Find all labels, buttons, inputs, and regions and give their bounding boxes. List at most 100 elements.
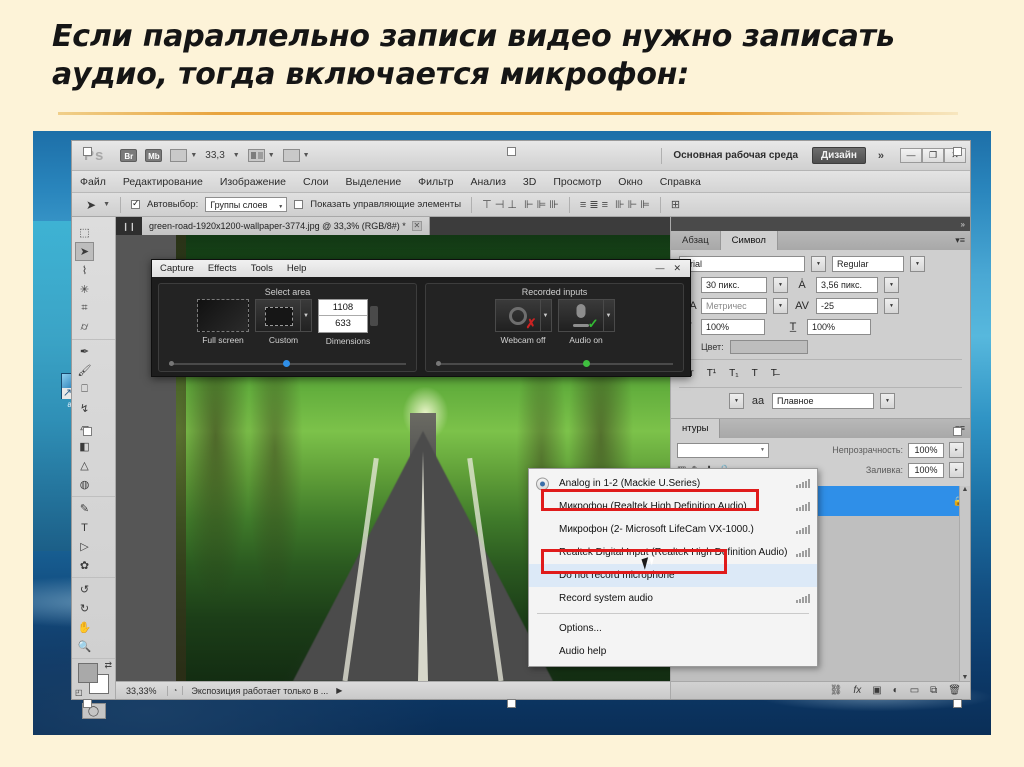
marquee-tool-icon[interactable]: ⬚ <box>75 223 94 242</box>
audio-split-button[interactable]: ✓ ▼ <box>557 299 615 332</box>
font-size-chevron-down-icon[interactable]: ▼ <box>773 277 788 293</box>
autoselect-checkbox[interactable] <box>131 198 140 209</box>
eyedropper-tool-icon[interactable]: ⌭ <box>75 318 94 337</box>
tab-paths[interactable]: нтуры <box>671 419 721 438</box>
vertical-scale-field[interactable]: 100% <box>701 319 765 335</box>
menu-item-audio-0[interactable]: Analog in 1-2 (Mackie U.Series) <box>529 472 817 495</box>
color-swatches[interactable]: ⇄ ◰ <box>72 659 115 699</box>
blend-mode-select[interactable] <box>677 442 769 458</box>
status-zoom-value[interactable]: 33,33% <box>116 685 168 696</box>
align-icon-group[interactable]: ⊤ ⊣ ⊥ <box>482 198 517 211</box>
recorder-minimize-button[interactable]: — <box>655 263 664 274</box>
add-mask-icon[interactable]: ▣ <box>872 685 881 696</box>
slider-knob-left[interactable] <box>169 361 174 366</box>
opacity-chevron-down-icon[interactable]: ▸ <box>949 442 964 458</box>
window-restore-button[interactable]: ❐ <box>922 148 944 163</box>
menu-item-audio-6[interactable]: Options... <box>529 617 817 640</box>
resize-handle-bl[interactable] <box>83 699 92 708</box>
menu-item-edit[interactable]: Редактирование <box>123 176 203 188</box>
webcam-control[interactable]: ✗ ▼ Webcam off <box>494 299 552 345</box>
dimensions-control[interactable]: 1108 633 Dimensions <box>318 299 378 346</box>
adjustment-layer-icon[interactable]: ◐ <box>893 685 899 696</box>
hand-tool-icon[interactable]: ✋ <box>75 618 94 637</box>
zoom-chevron-down-icon[interactable]: ▼ <box>233 152 240 159</box>
menu-item-audio-4[interactable]: Do not record microphone <box>529 564 817 587</box>
kerning-chevron-down-icon[interactable]: ▼ <box>773 298 788 314</box>
menu-item-audio-1[interactable]: Микрофон (Realtek High Definition Audio) <box>529 495 817 518</box>
select-area-slider[interactable] <box>169 360 406 368</box>
menu-item-image[interactable]: Изображение <box>220 176 286 188</box>
resize-handle-tl[interactable] <box>83 147 92 156</box>
close-icon[interactable]: ✕ <box>411 221 422 231</box>
tracking-field[interactable]: -25 <box>816 298 878 314</box>
menu-item-file[interactable]: Файл <box>80 176 106 188</box>
kerning-field[interactable]: Метричес <box>701 298 767 314</box>
strikethrough-button[interactable]: T̶ <box>771 368 777 379</box>
swap-colors-icon[interactable]: ⇄ <box>104 660 112 671</box>
arrange-chevron-down-icon[interactable]: ▼ <box>268 152 275 159</box>
font-style-field[interactable]: Regular <box>832 256 904 272</box>
recorder-menu-help[interactable]: Help <box>287 263 307 274</box>
leading-chevron-down-icon[interactable]: ▼ <box>884 277 899 293</box>
custom-split-button[interactable]: ▼ <box>255 299 312 332</box>
menu-item-view[interactable]: Просмотр <box>553 176 601 188</box>
antialias-chevron-down-icon[interactable]: ▼ <box>880 393 895 409</box>
show-controls-checkbox[interactable] <box>294 200 304 209</box>
font-family-chevron-down-icon[interactable]: ▼ <box>811 256 826 272</box>
fill-chevron-down-icon[interactable]: ▸ <box>949 462 964 478</box>
horizontal-scale-field[interactable]: 100% <box>807 319 871 335</box>
dimensions-box[interactable]: 1108 633 <box>318 299 368 333</box>
menu-item-help[interactable]: Справка <box>660 176 701 188</box>
font-style-chevron-down-icon[interactable]: ▼ <box>910 256 925 272</box>
scroll-down-icon[interactable]: ▼ <box>960 674 970 681</box>
resize-handle-ml[interactable] <box>83 427 92 436</box>
bridge-button[interactable]: Br <box>120 149 138 162</box>
resize-handle-mr[interactable] <box>953 427 962 436</box>
recorder-menu-effects[interactable]: Effects <box>208 263 237 274</box>
auto-align-icon[interactable]: ⊞ <box>671 198 680 211</box>
zoom-tool-icon[interactable]: 🔍 <box>75 637 94 656</box>
underline-button[interactable]: T <box>752 368 758 379</box>
brush-tool-icon[interactable]: 🖌 <box>75 361 94 380</box>
opacity-value[interactable]: 100% <box>908 442 944 458</box>
layer-list-scrollbar[interactable]: ▲ ▼ <box>959 486 970 681</box>
menu-item-filter[interactable]: Фильтр <box>418 176 453 188</box>
workspace-more-icon[interactable]: » <box>874 150 888 162</box>
dodge-tool-icon[interactable]: ◍ <box>75 475 94 494</box>
workspace-design-button[interactable]: Дизайн <box>812 147 866 164</box>
menu-item-window[interactable]: Окно <box>618 176 642 188</box>
scroll-up-icon[interactable]: ▲ <box>960 486 970 493</box>
new-layer-icon[interactable]: ⧉ <box>930 685 937 696</box>
audio-chevron-down-icon[interactable]: ▼ <box>603 299 615 332</box>
custom-area-button[interactable]: ▼ Custom <box>255 299 312 345</box>
delete-layer-icon[interactable]: 🗑 <box>948 685 961 696</box>
superscript-button[interactable]: T¹ <box>707 368 716 379</box>
blur-tool-icon[interactable]: △ <box>75 456 94 475</box>
menu-item-layers[interactable]: Слои <box>303 176 329 188</box>
custom-chevron-down-icon[interactable]: ▼ <box>301 299 312 332</box>
chevron-down-icon[interactable]: ▼ <box>190 152 197 159</box>
screen-mode-icon[interactable] <box>282 149 300 162</box>
recorder-menu-tools[interactable]: Tools <box>251 263 273 274</box>
audio-level-slider[interactable] <box>436 360 673 368</box>
menu-item-select[interactable]: Выделение <box>346 176 402 188</box>
panel-menu-icon[interactable]: ▾≡ <box>950 231 970 250</box>
audio-control[interactable]: ✓ ▼ Audio on <box>557 299 615 345</box>
window-minimize-button[interactable]: — <box>900 148 922 163</box>
align-icon-group-2[interactable]: ⊩ ⊫ ⊪ <box>524 198 559 211</box>
language-chevron-down-icon[interactable]: ▼ <box>729 393 744 409</box>
menu-item-audio-3[interactable]: Realtek Digital Input (Realtek High Defi… <box>529 541 817 564</box>
new-group-icon[interactable]: ▭ <box>910 685 919 696</box>
default-colors-icon[interactable]: ◰ <box>75 688 83 697</box>
view-extras-icon[interactable] <box>170 149 188 162</box>
panel-collapse-icon[interactable]: » <box>671 217 970 231</box>
fx-icon[interactable]: fx <box>853 685 861 696</box>
path-selection-tool-icon[interactable]: ▷ <box>75 537 94 556</box>
fill-value[interactable]: 100% <box>908 462 944 478</box>
recorder-close-button[interactable]: ✕ <box>673 263 681 274</box>
fullscreen-button[interactable]: Full screen <box>197 299 249 345</box>
link-layers-icon[interactable]: ⛓ <box>830 685 843 696</box>
tracking-chevron-down-icon[interactable]: ▼ <box>884 298 899 314</box>
autoselect-select[interactable]: Группы слоев <box>205 197 288 214</box>
move-tool-icon-sidebar[interactable]: ➤ <box>75 242 94 261</box>
